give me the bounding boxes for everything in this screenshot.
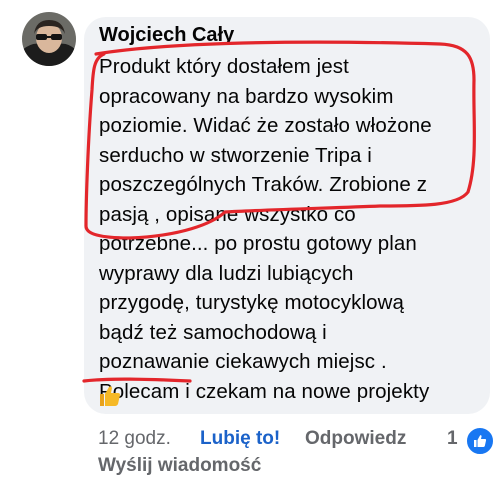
like-icon [474, 435, 487, 447]
comment-text: Produkt który dostałem jest opracowany n… [99, 52, 483, 406]
comment-line: bądź też samochodową i [99, 320, 327, 344]
like-button[interactable]: Lubię to! [200, 428, 280, 450]
comment-author[interactable]: Wojciech Cały [99, 24, 234, 47]
comment-line: opracowany na bardzo wysokim [99, 84, 394, 108]
comment-line: Produkt który dostałem jest [99, 55, 349, 78]
avatar-image [22, 12, 76, 66]
comment-timestamp[interactable]: 12 godz. [98, 428, 171, 450]
reaction-count[interactable]: 1 [447, 428, 458, 450]
comment-line: przygodę, turystykę motocyklową [99, 291, 405, 314]
avatar[interactable] [22, 12, 76, 66]
comment-line: poszczególnych Traków. Zrobione z [99, 173, 428, 196]
like-reaction-badge[interactable] [465, 426, 495, 456]
comment-line: wyprawy dla ludzi lubiących [99, 261, 354, 285]
comment-line: Polecam i czekam na nowe projekty [99, 379, 430, 403]
comment-line: pasją , opisane wszystko co [99, 202, 356, 226]
comment-line: potrzebne... po prostu gotowy plan [99, 232, 417, 255]
reply-button[interactable]: Odpowiedz [305, 428, 406, 450]
comment-line: serducho w stworzenie Tripa i [99, 143, 372, 167]
send-message-link[interactable]: Wyślij wiadomość [98, 455, 261, 477]
comment-line: poziomie. Widać że zostało włożone [99, 114, 432, 137]
thumbs-up-emoji-icon [100, 386, 120, 406]
comment-line: poznawanie ciekawych miejsc . [99, 350, 387, 373]
